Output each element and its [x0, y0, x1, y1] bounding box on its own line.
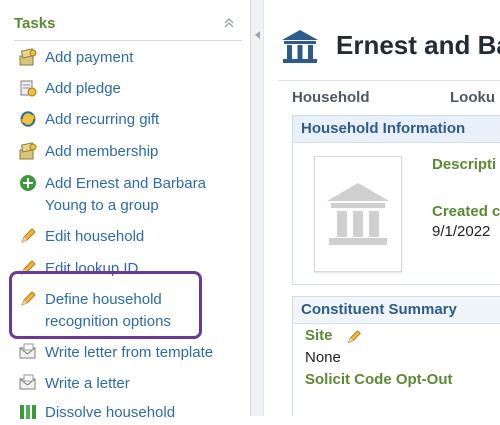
task-add-recurring-gift[interactable]: Add recurring gift [18, 108, 250, 132]
recurring-gift-icon [20, 111, 36, 127]
task-label: Write letter from template [45, 344, 214, 361]
payment-icon [19, 48, 37, 66]
collapse-left-icon[interactable] [253, 30, 261, 40]
envelope-icon [19, 343, 36, 359]
pledge-icon [20, 80, 37, 97]
collapse-icon[interactable] [222, 16, 236, 30]
task-label: Add recurring gift [45, 111, 160, 128]
task-add-to-group[interactable]: Add Ernest and Barbara Young to a group [18, 172, 250, 218]
tab-lookup[interactable]: Looku [450, 89, 495, 106]
task-add-payment[interactable]: Add payment [18, 46, 250, 70]
highlight-box [9, 271, 202, 339]
tasks-title: Tasks [14, 15, 56, 32]
task-label: Add membership [45, 143, 159, 160]
created-label: Created c [432, 203, 500, 220]
site-value: None [305, 349, 341, 366]
envelope-icon [19, 374, 36, 390]
task-edit-household[interactable]: Edit household [18, 225, 250, 249]
main-content: Ernest and Ba Household Looku Household … [264, 0, 500, 416]
page-title: Ernest and Ba [336, 30, 500, 60]
edit-site-pencil-icon[interactable] [345, 328, 363, 346]
description-label: Descripti [432, 156, 497, 173]
household-photo [314, 156, 402, 272]
household-icon [282, 30, 318, 63]
task-label: Dissolve household [45, 404, 176, 421]
pencil-icon [21, 228, 36, 243]
task-label: Write a letter [45, 375, 130, 392]
household-placeholder-icon [327, 183, 389, 245]
task-label: Add payment [45, 49, 134, 66]
panel-title: Household Information [301, 120, 466, 137]
task-write-a-letter[interactable]: Write a letter [18, 372, 250, 396]
solicit-code-opt-out-label: Solicit Code Opt-Out [305, 371, 453, 388]
task-dissolve-household[interactable]: Dissolve household [18, 401, 250, 425]
panel-title: Constituent Summary [301, 301, 457, 318]
task-add-membership[interactable]: Add membership [18, 140, 250, 164]
household-information-panel: Household Information Descripti Created … [292, 115, 500, 285]
add-group-icon [20, 175, 36, 191]
dissolve-icon [20, 405, 36, 419]
tab-household[interactable]: Household [292, 89, 370, 106]
task-label: Add Ernest and Barbara Young to a group [45, 175, 206, 214]
task-write-letter-from-template[interactable]: Write letter from template [18, 341, 250, 365]
pane-splitter[interactable] [250, 0, 264, 416]
tasks-header: Tasks [14, 13, 242, 41]
task-label: Edit household [45, 228, 145, 245]
site-label: Site [305, 327, 333, 344]
membership-icon [19, 142, 37, 160]
constituent-summary-panel: Constituent Summary Site None Solicit Co… [292, 296, 500, 416]
task-label: Add pledge [45, 80, 121, 97]
created-value: 9/1/2022 [432, 223, 491, 240]
task-add-pledge[interactable]: Add pledge [18, 77, 250, 101]
tasks-pane: Tasks Add payment Add pledge Add recurri… [0, 0, 250, 421]
